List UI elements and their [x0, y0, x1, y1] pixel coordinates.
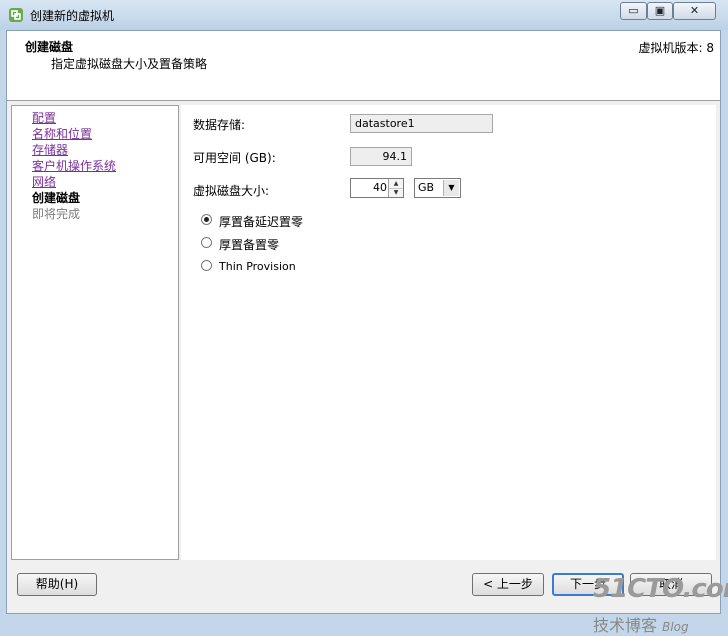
triangle-down-icon[interactable]: ▼: [389, 188, 403, 197]
cancel-button[interactable]: 取消: [630, 573, 712, 596]
wizard-content: 数据存储: datastore1 可用空间 (GB): 94.1 虚拟磁盘大小:…: [181, 105, 716, 560]
nav-item-guest-os[interactable]: 客户机操作系统: [32, 158, 116, 174]
maximize-button[interactable]: ▣: [647, 2, 673, 20]
radio-button[interactable]: [201, 214, 212, 225]
wizard-steps-nav: 配置 名称和位置 存储器 客户机操作系统 网络 创建磁盘 即将完成: [11, 105, 179, 560]
page-title: 创建磁盘: [25, 40, 74, 54]
radio-selected-dot: [204, 217, 209, 222]
radio-label: Thin Provision: [219, 260, 296, 273]
disk-size-unit-value: GB: [418, 181, 435, 194]
nav-item-create-disk: 创建磁盘: [32, 191, 81, 205]
chevron-down-icon[interactable]: ▼: [443, 180, 459, 196]
vm-version-label: 虚拟机版本: 8: [638, 41, 715, 55]
free-space-field: 94.1: [350, 147, 412, 166]
radio-label: 厚置备延迟置零: [219, 215, 304, 229]
watermark-caption: 技术博客 Blog: [593, 612, 689, 636]
dialog-client: 创建磁盘 指定虚拟磁盘大小及置备策略 虚拟机版本: 8 配置 名称和位置 存储器…: [6, 30, 728, 635]
datastore-label: 数据存储:: [193, 118, 246, 132]
minimize-icon: ▭: [628, 4, 639, 17]
nav-item-name-location[interactable]: 名称和位置: [32, 126, 92, 142]
radio-button[interactable]: [201, 260, 212, 271]
disk-size-label: 虚拟磁盘大小:: [193, 184, 270, 198]
nav-item-config[interactable]: 配置: [32, 110, 56, 126]
nav-item-network[interactable]: 网络: [32, 174, 56, 190]
nav-item-storage[interactable]: 存储器: [32, 142, 68, 158]
next-button[interactable]: 下一步: [552, 573, 624, 596]
nav-item-ready-to-complete: 即将完成: [32, 207, 81, 221]
datastore-field: datastore1: [350, 114, 493, 133]
vsphere-logo-icon: [9, 8, 23, 22]
disk-size-stepper-buttons: ▲ ▼: [388, 179, 403, 197]
maximize-icon: ▣: [654, 4, 666, 17]
window-titlebar[interactable]: 创建新的虚拟机 ▭ ▣ ✕: [0, 0, 728, 30]
watermark-caption-en: Blog: [662, 620, 689, 634]
help-button[interactable]: 帮助(H): [17, 573, 97, 596]
radio-button[interactable]: [201, 237, 212, 248]
radio-label: 厚置备置零: [219, 238, 280, 252]
disk-size-value[interactable]: 40: [351, 179, 387, 197]
wizard-header: 创建磁盘 指定虚拟磁盘大小及置备策略 虚拟机版本: 8: [7, 31, 720, 101]
close-button[interactable]: ✕: [673, 2, 716, 20]
back-button[interactable]: < 上一步: [472, 573, 544, 596]
watermark-caption-cn: 技术博客: [593, 616, 658, 635]
disk-size-stepper[interactable]: 40 ▲ ▼: [350, 178, 404, 198]
page-subtitle: 指定虚拟磁盘大小及置备策略: [51, 57, 208, 71]
close-icon: ✕: [689, 4, 700, 17]
free-space-label: 可用空间 (GB):: [193, 151, 276, 165]
window-title: 创建新的虚拟机: [30, 9, 115, 23]
minimize-button[interactable]: ▭: [620, 2, 647, 20]
disk-size-unit-select[interactable]: GB ▼: [414, 178, 461, 198]
